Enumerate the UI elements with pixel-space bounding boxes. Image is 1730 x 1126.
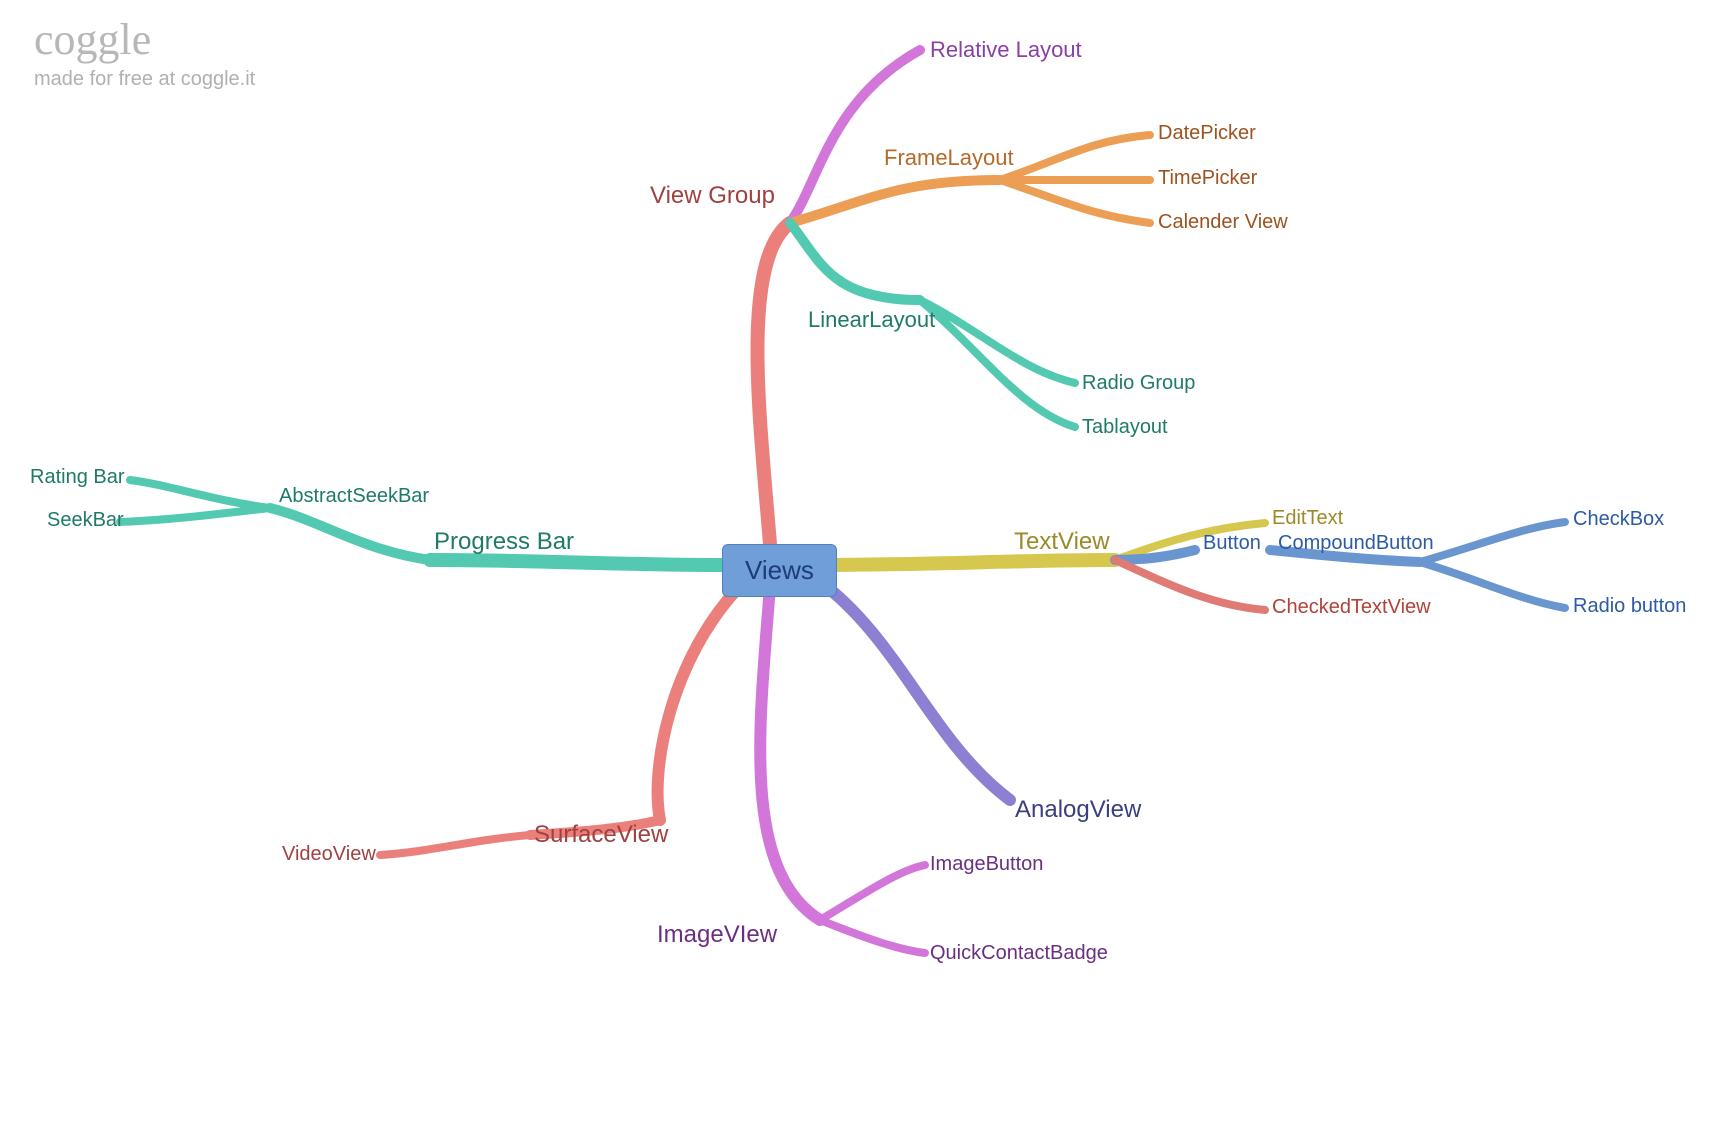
edges-layer (0, 0, 1730, 1126)
edge-viewgroup-linearlayout (790, 223, 920, 300)
edge-surfaceview-videoview (380, 835, 530, 855)
edge-imageview-quickcontactbadge (820, 920, 925, 953)
node-button[interactable]: Button (1203, 532, 1261, 555)
node-quick-contact-badge[interactable]: QuickContactBadge (930, 942, 1108, 965)
node-compound-button[interactable]: CompoundButton (1278, 532, 1434, 555)
edge-viewgroup-framelayout (790, 180, 1000, 223)
node-time-picker[interactable]: TimePicker (1158, 167, 1257, 190)
node-date-picker[interactable]: DatePicker (1158, 122, 1256, 145)
node-video-view[interactable]: VideoView (282, 843, 376, 866)
edge-root-textview (818, 560, 1115, 565)
edge-linearlayout-tablayout (920, 300, 1075, 427)
node-analog-view[interactable]: AnalogView (1015, 796, 1141, 824)
node-checkbox[interactable]: CheckBox (1573, 508, 1664, 531)
node-text-view[interactable]: TextView (1014, 528, 1110, 556)
node-linear-layout[interactable]: LinearLayout (808, 307, 935, 333)
node-rating-bar[interactable]: Rating Bar (30, 466, 125, 489)
node-view-group[interactable]: View Group (650, 182, 775, 210)
edge-root-surfaceview (658, 586, 740, 820)
node-relative-layout[interactable]: Relative Layout (930, 37, 1082, 63)
edge-textview-button (1115, 550, 1195, 560)
node-radio-group[interactable]: Radio Group (1082, 372, 1195, 395)
edge-framelayout-calendarview (1000, 180, 1150, 223)
node-edit-text[interactable]: EditText (1272, 507, 1343, 530)
node-abstract-seek-bar[interactable]: AbstractSeekBar (279, 485, 429, 508)
node-checked-text-view[interactable]: CheckedTextView (1272, 596, 1431, 619)
edge-root-imageview (760, 586, 820, 920)
edge-abstractseekbar-ratingbar (130, 480, 270, 508)
edge-root-analogview (818, 580, 1010, 800)
node-frame-layout[interactable]: FrameLayout (884, 145, 1014, 171)
watermark-brand: coggle (34, 18, 255, 62)
node-progress-bar[interactable]: Progress Bar (434, 528, 574, 556)
edge-progressbar-abstractseekbar (270, 508, 430, 560)
node-calendar-view[interactable]: Calender View (1158, 211, 1288, 234)
root-node[interactable]: Views (722, 544, 837, 597)
node-seek-bar[interactable]: SeekBar (47, 509, 124, 532)
node-image-view[interactable]: ImageVIew (657, 921, 777, 949)
edge-imageview-imagebutton (820, 865, 925, 920)
watermark: coggle made for free at coggle.it (34, 18, 255, 91)
node-radio-button[interactable]: Radio button (1573, 595, 1686, 618)
edge-root-viewgroup (758, 223, 791, 544)
edge-linearlayout-radiogroup (920, 300, 1075, 383)
edge-textview-checkedtextview (1115, 560, 1265, 610)
mindmap-canvas: coggle made for free at coggle.it (0, 0, 1730, 1126)
watermark-subtitle: made for free at coggle.it (34, 68, 255, 91)
edge-abstractseekbar-seekbar (120, 508, 270, 522)
edge-compoundbutton-checkbox (1420, 522, 1565, 562)
node-tab-layout[interactable]: Tablayout (1082, 416, 1168, 439)
edge-compoundbutton-radiobutton (1420, 562, 1565, 608)
edge-framelayout-datepicker (1000, 135, 1150, 180)
node-surface-view[interactable]: SurfaceView (534, 821, 668, 849)
edge-viewgroup-relativelayout (790, 50, 920, 223)
node-image-button[interactable]: ImageButton (930, 853, 1043, 876)
edge-root-progressbar (430, 560, 722, 565)
